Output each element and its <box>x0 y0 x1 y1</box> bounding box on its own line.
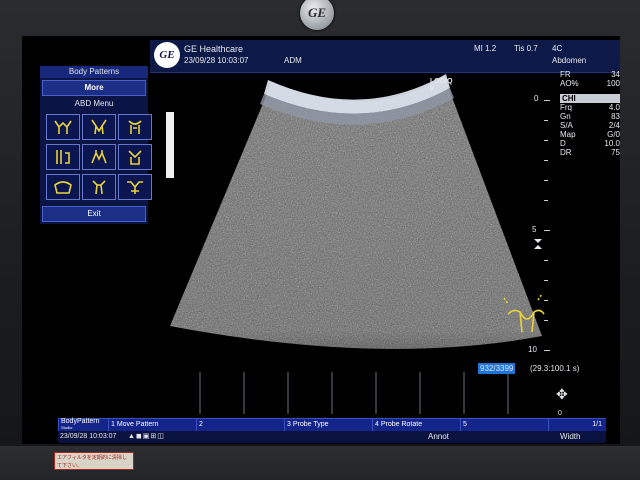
softkey-label: BodyPattern <box>61 418 100 425</box>
depth-label-bottom: 10 <box>528 345 537 354</box>
body-pattern-6-icon[interactable] <box>118 144 152 170</box>
param-label: Map <box>560 130 576 139</box>
air-filter-sticker: エアフィルタを定期的に清掃して下さい。 <box>54 452 134 470</box>
chi-mode-badge: CHI <box>560 94 620 103</box>
grey-scale-bar <box>166 112 174 178</box>
tis-index: Tis 0.7 <box>514 44 538 53</box>
imaging-parameters: FR 34 AO% 100 CHI Frq 4.0 Gn 83 S/A 2/4 Map G/… <box>560 70 620 157</box>
trackball-icon[interactable]: ✥ <box>556 386 568 403</box>
param-label: D <box>560 139 566 148</box>
depth-scale <box>544 100 550 351</box>
softkey-move-pattern[interactable]: 1 Move Pattern <box>108 419 196 431</box>
param-label: Frq <box>560 103 572 112</box>
body-pattern-9-icon[interactable] <box>118 174 152 200</box>
body-pattern-8-icon[interactable] <box>82 174 116 200</box>
fr-value: 34 <box>611 70 620 79</box>
body-pattern-7-icon[interactable] <box>46 174 80 200</box>
operator-id: ADM <box>284 56 302 65</box>
ultrasound-screen: GE GE Healthcare 23/09/28 10:03:07 ADM M… <box>22 36 620 444</box>
softkey-page[interactable]: 1/1 <box>548 419 606 431</box>
preset-name: Abdomen <box>552 56 587 65</box>
status-bar: 23/09/28 10:03:07 ▲◼▣⊞◫ Annot Width <box>58 431 606 443</box>
param-value: G/0 <box>607 130 620 139</box>
param-label: Gn <box>560 112 571 121</box>
body-pattern-4-icon[interactable] <box>46 144 80 170</box>
softkey-probe-type[interactable]: 3 Probe Type <box>284 419 372 431</box>
system-label: LOGIQ V <box>430 78 453 92</box>
body-patterns-menu: Body Patterns More ABD Menu Exit <box>40 66 152 224</box>
cine-time: (29.3:100.1 s) <box>530 364 580 373</box>
more-button[interactable]: More <box>42 80 146 96</box>
softkey-5[interactable]: 5 <box>460 419 548 431</box>
param-value: 10.0 <box>604 139 620 148</box>
body-pattern-3-icon[interactable] <box>118 114 152 140</box>
depth-label-top: 0 <box>534 94 539 103</box>
softkey-bar: BodyPattern Studio 1 Move Pattern 2 3 Pr… <box>58 418 606 431</box>
focus-marker <box>534 239 542 249</box>
status-icons: ▲◼▣⊞◫ <box>128 433 165 440</box>
softkey-sublabel: Studio <box>61 425 73 430</box>
width-button[interactable]: Width <box>560 432 580 441</box>
param-label: DR <box>560 148 572 157</box>
bottom-ruler <box>199 372 509 414</box>
abd-menu-title: ABD Menu <box>74 99 114 108</box>
company-name: GE Healthcare <box>184 44 244 54</box>
ge-healthcare-logo: GE <box>154 42 180 68</box>
body-pattern-1-icon[interactable] <box>46 114 80 140</box>
depth-label-mid: 5 <box>532 225 537 234</box>
status-datetime: 23/09/28 10:03:07 <box>60 433 117 440</box>
softkey-2[interactable]: 2 <box>196 419 284 431</box>
softkey-probe-rotate[interactable]: 4 Probe Rotate <box>372 419 460 431</box>
menu-title: Body Patterns <box>40 66 148 78</box>
param-value: 75 <box>611 148 620 157</box>
body-pattern-5-icon[interactable] <box>82 144 116 170</box>
cine-frame-counter: 932/3399 <box>478 363 516 374</box>
param-value: 83 <box>611 112 620 121</box>
param-value: 2/4 <box>608 121 620 130</box>
body-pattern-2-icon[interactable] <box>82 114 116 140</box>
probe-name: 4C <box>552 44 563 53</box>
header-datetime: 23/09/28 10:03:07 <box>184 56 249 65</box>
ao-value: 100 <box>606 79 620 88</box>
softkey-body-pattern[interactable]: BodyPattern Studio <box>58 418 108 431</box>
fr-label: FR <box>560 70 571 79</box>
ao-label: AO% <box>560 79 579 88</box>
cine-zero: 0 <box>558 410 562 417</box>
body-pattern-grid <box>40 110 152 204</box>
mi-index: MI 1.2 <box>474 44 497 53</box>
param-value: 4.0 <box>608 103 620 112</box>
exit-button[interactable]: Exit <box>42 206 146 222</box>
param-label: S/A <box>560 121 573 130</box>
annot-button[interactable]: Annot <box>428 432 449 441</box>
